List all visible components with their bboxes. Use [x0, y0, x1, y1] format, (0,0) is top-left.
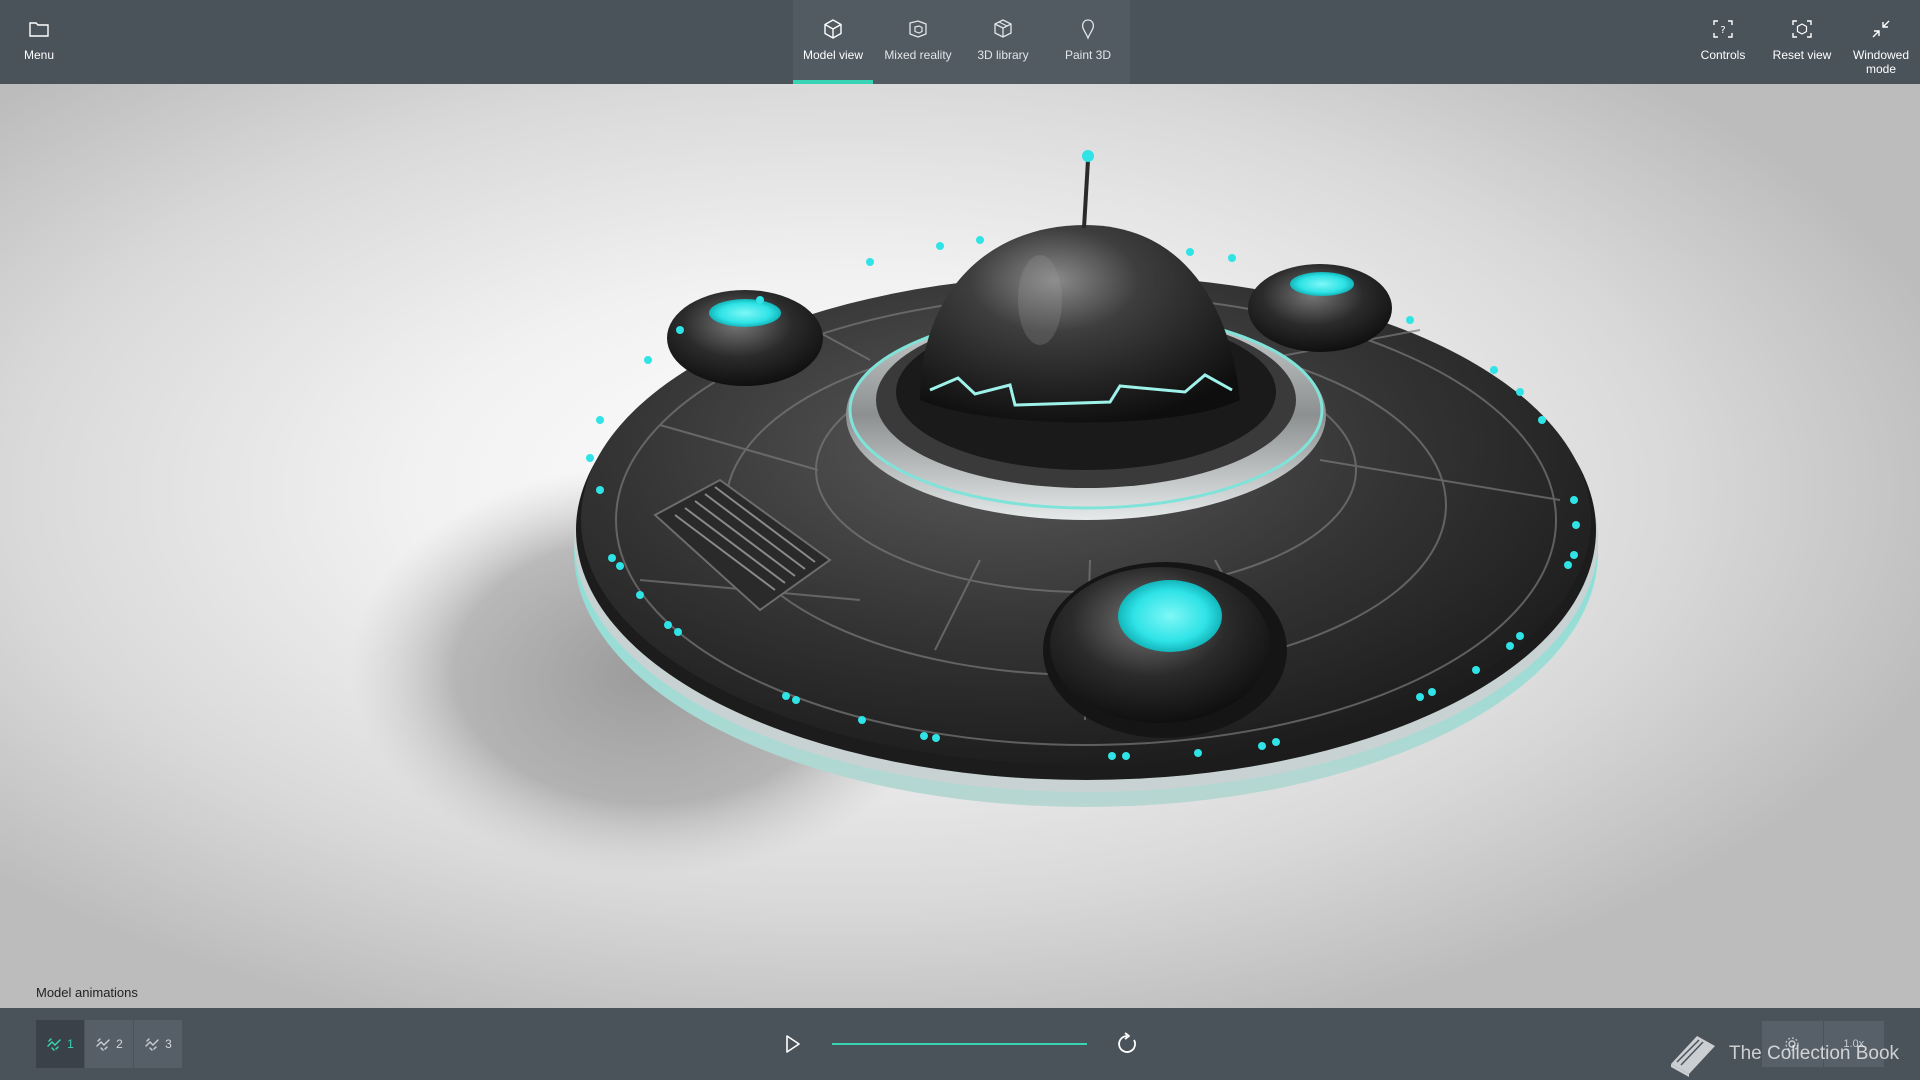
- controls-label: Controls: [1700, 48, 1746, 62]
- animation-icon: [145, 1038, 159, 1051]
- animation-label: 2: [116, 1037, 123, 1051]
- paint-3d-icon: [1082, 19, 1094, 40]
- replay-icon[interactable]: [1113, 1030, 1141, 1058]
- 3d-library-icon: [994, 19, 1012, 38]
- animation-label: 1: [67, 1037, 74, 1051]
- svg-text:?: ?: [1720, 25, 1725, 36]
- reset-view-icon: [1792, 20, 1812, 38]
- antenna: [1082, 150, 1094, 229]
- windowed-mode-button[interactable]: Windowed mode: [1846, 0, 1916, 84]
- windowed-mode-label: Windowed mode: [1852, 48, 1910, 76]
- tab-label: Mixed reality: [884, 48, 952, 62]
- animation-icon: [96, 1038, 110, 1051]
- book-logo-icon: [1671, 1036, 1715, 1077]
- animation-icon: [47, 1038, 61, 1051]
- animation-selector: 1 2 3: [36, 1020, 182, 1068]
- controls-button[interactable]: ? Controls: [1688, 0, 1758, 84]
- folder-icon: [29, 22, 49, 37]
- tab-paint-3d[interactable]: Paint 3D: [1048, 0, 1128, 84]
- tab-label: Model view: [802, 48, 864, 62]
- watermark-text: The Collection Book: [1729, 1043, 1900, 1064]
- ufo-model-render[interactable]: [0, 84, 1920, 1008]
- cube-icon: [824, 19, 842, 39]
- animation-label: 3: [165, 1037, 172, 1051]
- playback-bar: 1 2 3 1.0x: [0, 1008, 1920, 1080]
- rear-left-pod: [667, 290, 823, 386]
- menu-button[interactable]: Menu: [18, 0, 60, 84]
- animation-button-3[interactable]: 3: [134, 1020, 182, 1068]
- rear-right-pod: [1248, 264, 1392, 352]
- tab-label: Paint 3D: [1064, 48, 1112, 62]
- animation-button-2[interactable]: 2: [85, 1020, 133, 1068]
- tab-label: 3D library: [977, 48, 1029, 62]
- front-pod: [1043, 562, 1287, 738]
- reset-view-label: Reset view: [1772, 48, 1832, 62]
- model-animations-title: Model animations: [36, 985, 138, 1000]
- model-viewport[interactable]: [0, 84, 1920, 1008]
- mixed-reality-icon: [909, 20, 927, 38]
- animation-button-1[interactable]: 1: [36, 1020, 84, 1068]
- view-tabs: Model view Mixed reality 3D library Pain…: [793, 0, 1130, 84]
- windowed-mode-icon: [1872, 20, 1890, 38]
- tab-3d-library[interactable]: 3D library: [963, 0, 1043, 84]
- animation-timeline[interactable]: [832, 1043, 1087, 1045]
- controls-icon: ?: [1713, 20, 1733, 38]
- top-toolbar: Menu Model view Mixed reality 3D library: [0, 0, 1920, 84]
- play-icon[interactable]: [779, 1031, 805, 1057]
- tab-mixed-reality[interactable]: Mixed reality: [878, 0, 958, 84]
- menu-label: Menu: [23, 48, 55, 62]
- reset-view-button[interactable]: Reset view: [1767, 0, 1837, 84]
- tab-model-view[interactable]: Model view: [793, 0, 873, 84]
- watermark: The Collection Book: [1665, 1030, 1899, 1078]
- timeline-progress: [832, 1043, 1087, 1045]
